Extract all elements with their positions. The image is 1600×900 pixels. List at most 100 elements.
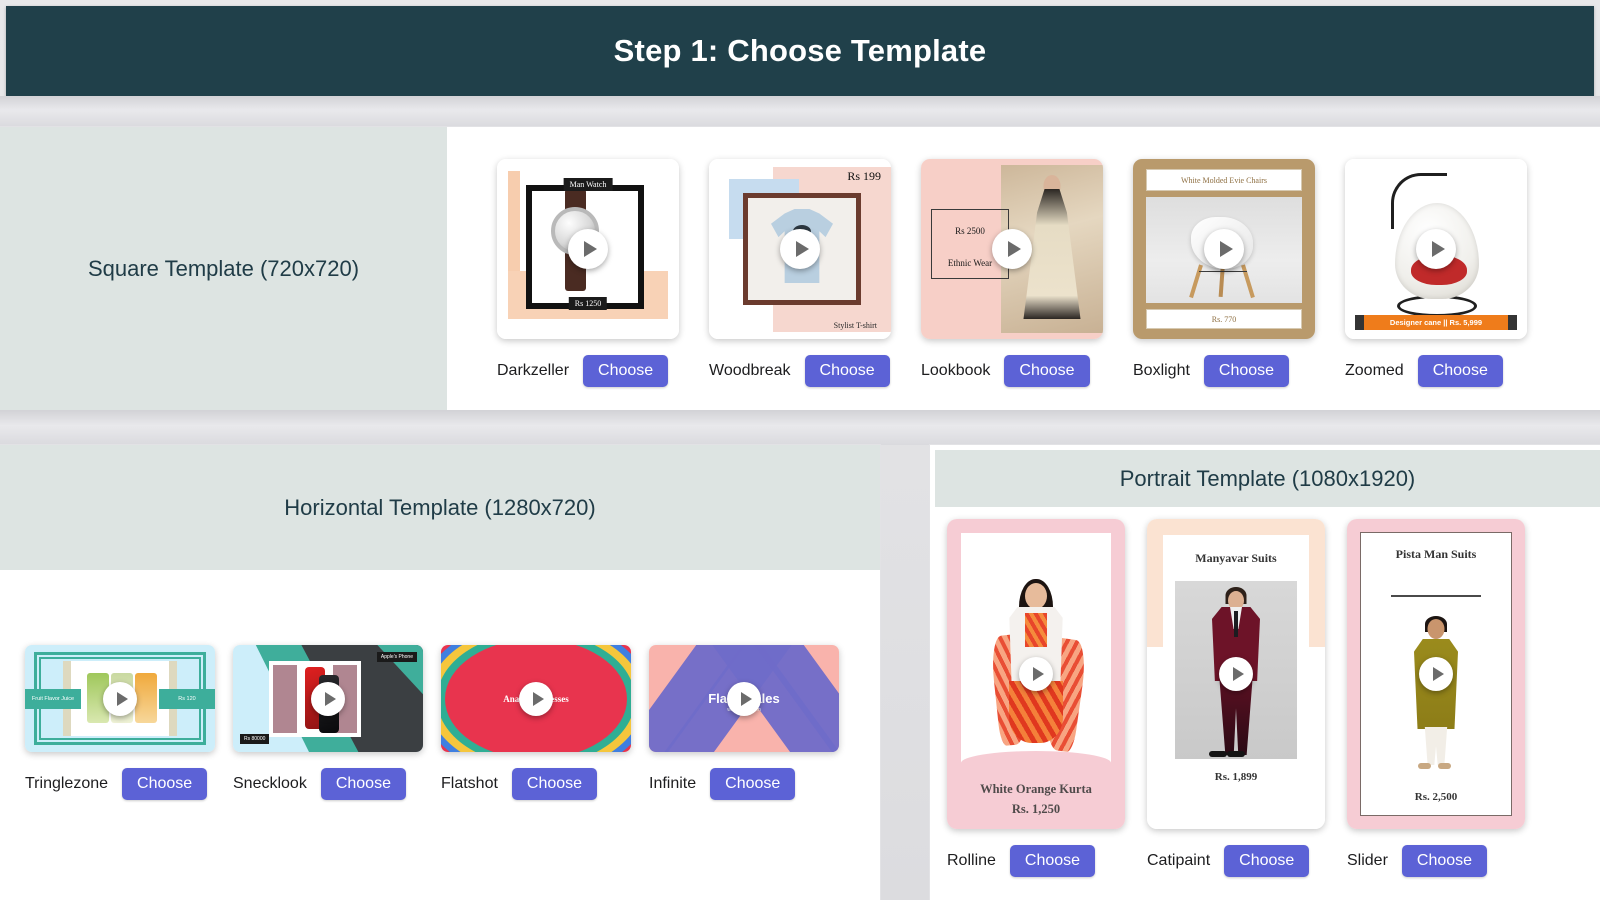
artwork-title: Pista Man Suits <box>1395 547 1477 561</box>
play-icon[interactable] <box>519 681 553 716</box>
play-icon[interactable] <box>311 681 345 716</box>
horizontal-template-section: Horizontal Template (1280x720) Fruit Fla… <box>0 445 880 900</box>
template-item-slider: Pista Man Suits Rs. 2,500 Slider Choose <box>1347 519 1525 877</box>
template-name: Lookbook <box>921 362 991 379</box>
template-name: Rolline <box>947 852 996 869</box>
model-shoe <box>1438 763 1451 769</box>
choose-button-darkzeller[interactable]: Choose <box>583 355 669 387</box>
artwork-title: White Orange Kurta <box>980 782 1092 796</box>
square-template-list: Man Watch Rs 1250 Darkzeller Choose Rs 1… <box>447 127 1600 410</box>
template-item-tringlezone: Fruit Flavor Juice Rs 120 Tringlezone Ch… <box>25 645 215 800</box>
play-icon[interactable] <box>780 229 820 269</box>
choose-button-tringlezone[interactable]: Choose <box>122 768 208 800</box>
choose-button-lookbook[interactable]: Choose <box>1004 355 1090 387</box>
template-thumbnail-snecklook[interactable]: Apple's Phone Rs 80000 <box>233 645 423 752</box>
template-thumbnail-tringlezone[interactable]: Fruit Flavor Juice Rs 120 <box>25 645 215 752</box>
play-icon[interactable] <box>992 229 1032 269</box>
model-shoe <box>1418 763 1431 769</box>
template-item-lookbook: Rs 2500 Ethnic Wear Lookbook Choose <box>921 159 1103 387</box>
play-icon[interactable] <box>103 681 137 716</box>
page-header: Step 1: Choose Template <box>6 6 1594 96</box>
play-icon[interactable] <box>1019 657 1053 691</box>
artwork-price: Rs. 1,250 <box>1011 802 1061 816</box>
model-head <box>1427 619 1445 639</box>
model-shoe <box>1227 751 1245 757</box>
artwork-banner-text: Designer cane || Rs. 5,999 <box>1389 318 1483 327</box>
model-kurta-panel <box>1025 613 1047 647</box>
choose-button-slider[interactable]: Choose <box>1401 845 1488 877</box>
template-meta: Zoomed Choose <box>1345 355 1527 387</box>
decor-shape <box>273 665 297 733</box>
artwork-price-bar: Rs. 770 <box>1146 309 1302 329</box>
artwork-label-top: Man Watch <box>563 178 613 191</box>
artwork-caption: Stylist T-shirt <box>833 321 877 330</box>
template-name: Darkzeller <box>497 362 570 379</box>
template-thumbnail-flatshot[interactable]: Anarkali Dresses <box>441 645 631 752</box>
square-template-title: Square Template (720x720) <box>87 255 360 281</box>
play-icon[interactable] <box>1204 229 1244 269</box>
template-thumbnail-slider[interactable]: Pista Man Suits Rs. 2,500 <box>1347 519 1525 829</box>
artwork-price: Rs. 770 <box>1211 314 1237 324</box>
template-item-zoomed: Designer cane || Rs. 5,999 Zoomed Choose <box>1345 159 1527 387</box>
template-meta: Tringlezone Choose <box>25 768 215 800</box>
page-title: Step 1: Choose Template <box>613 33 987 68</box>
template-thumbnail-rolline[interactable]: White Orange Kurta Rs. 1,250 <box>947 519 1125 829</box>
portrait-template-list: White Orange Kurta Rs. 1,250 Rolline Cho… <box>930 507 1600 900</box>
play-icon[interactable] <box>1419 657 1453 691</box>
template-meta: Boxlight Choose <box>1133 355 1315 387</box>
play-icon[interactable] <box>1219 657 1253 691</box>
decor-rule <box>1391 595 1481 597</box>
template-name: Infinite <box>649 775 697 792</box>
template-thumbnail-lookbook[interactable]: Rs 2500 Ethnic Wear <box>921 159 1103 339</box>
chair-wire <box>1199 271 1247 272</box>
divider-strip-middle <box>0 410 1600 445</box>
template-item-boxlight: White Molded Evie Chairs Rs. 770 Boxligh… <box>1133 159 1315 387</box>
model-head <box>1025 583 1047 609</box>
divider-strip-top <box>0 96 1600 127</box>
template-name: Slider <box>1347 852 1388 869</box>
template-thumbnail-infinite[interactable]: Flash Sales www.shop.com <box>649 645 839 752</box>
template-item-rolline: White Orange Kurta Rs. 1,250 Rolline Cho… <box>947 519 1125 877</box>
template-thumbnail-darkzeller[interactable]: Man Watch Rs 1250 <box>497 159 679 339</box>
template-item-darkzeller: Man Watch Rs 1250 Darkzeller Choose <box>497 159 679 387</box>
artwork-label-right-text: Rs 120 <box>178 696 196 702</box>
artwork-tag-bottom: Rs 80000 <box>240 734 270 744</box>
model-pyjama <box>1424 727 1448 765</box>
play-icon[interactable] <box>1416 229 1456 269</box>
template-name: Tringlezone <box>25 775 109 792</box>
portrait-template-section: Portrait Template (1080x1920) White Oran… <box>930 445 1600 900</box>
choose-button-rolline[interactable]: Choose <box>1009 845 1096 877</box>
template-meta: Flatshot Choose <box>441 768 631 800</box>
template-meta: Infinite Choose <box>649 768 839 800</box>
choose-button-woodbreak[interactable]: Choose <box>804 355 890 387</box>
template-chooser-page: Step 1: Choose Template Square Template … <box>0 0 1600 900</box>
template-thumbnail-woodbreak[interactable]: Rs 199 Stylist T-shirt <box>709 159 891 339</box>
model-tie <box>1234 611 1238 637</box>
play-icon[interactable] <box>568 229 608 269</box>
artwork-banner: Designer cane || Rs. 5,999 <box>1355 315 1517 330</box>
artwork-price: Rs. 1,899 <box>1214 771 1258 783</box>
template-name: Snecklook <box>233 775 307 792</box>
artwork-title: Manyavar Suits <box>1195 551 1277 565</box>
choose-button-infinite[interactable]: Choose <box>710 768 796 800</box>
choose-button-boxlight[interactable]: Choose <box>1203 355 1290 387</box>
template-thumbnail-catipaint[interactable]: Manyavar Suits Rs. 1,899 <box>1147 519 1325 829</box>
template-name: Zoomed <box>1345 362 1404 379</box>
horizontal-template-title: Horizontal Template (1280x720) <box>284 494 596 520</box>
choose-button-flatshot[interactable]: Choose <box>511 768 598 800</box>
choose-button-snecklook[interactable]: Choose <box>320 768 406 800</box>
choose-button-zoomed[interactable]: Choose <box>1417 355 1503 387</box>
template-meta: Woodbreak Choose <box>709 355 891 387</box>
template-item-snecklook: Apple's Phone Rs 80000 Snecklook Choose <box>233 645 423 800</box>
artwork-label-left-text: Fruit Flavor Juice <box>31 696 75 702</box>
artwork-label-left: Fruit Flavor Juice <box>25 689 81 709</box>
choose-button-catipaint[interactable]: Choose <box>1224 845 1310 877</box>
square-template-label-panel: Square Template (720x720) <box>0 127 447 410</box>
template-item-catipaint: Manyavar Suits Rs. 1,899 Catipaint Choos… <box>1147 519 1325 877</box>
template-item-woodbreak: Rs 199 Stylist T-shirt Woodbreak Choose <box>709 159 891 387</box>
template-meta: Rolline Choose <box>947 845 1125 877</box>
template-thumbnail-boxlight[interactable]: White Molded Evie Chairs Rs. 770 <box>1133 159 1315 339</box>
template-thumbnail-zoomed[interactable]: Designer cane || Rs. 5,999 <box>1345 159 1527 339</box>
play-icon[interactable] <box>727 681 761 716</box>
artwork-price: Rs. 2,500 <box>1414 791 1458 803</box>
